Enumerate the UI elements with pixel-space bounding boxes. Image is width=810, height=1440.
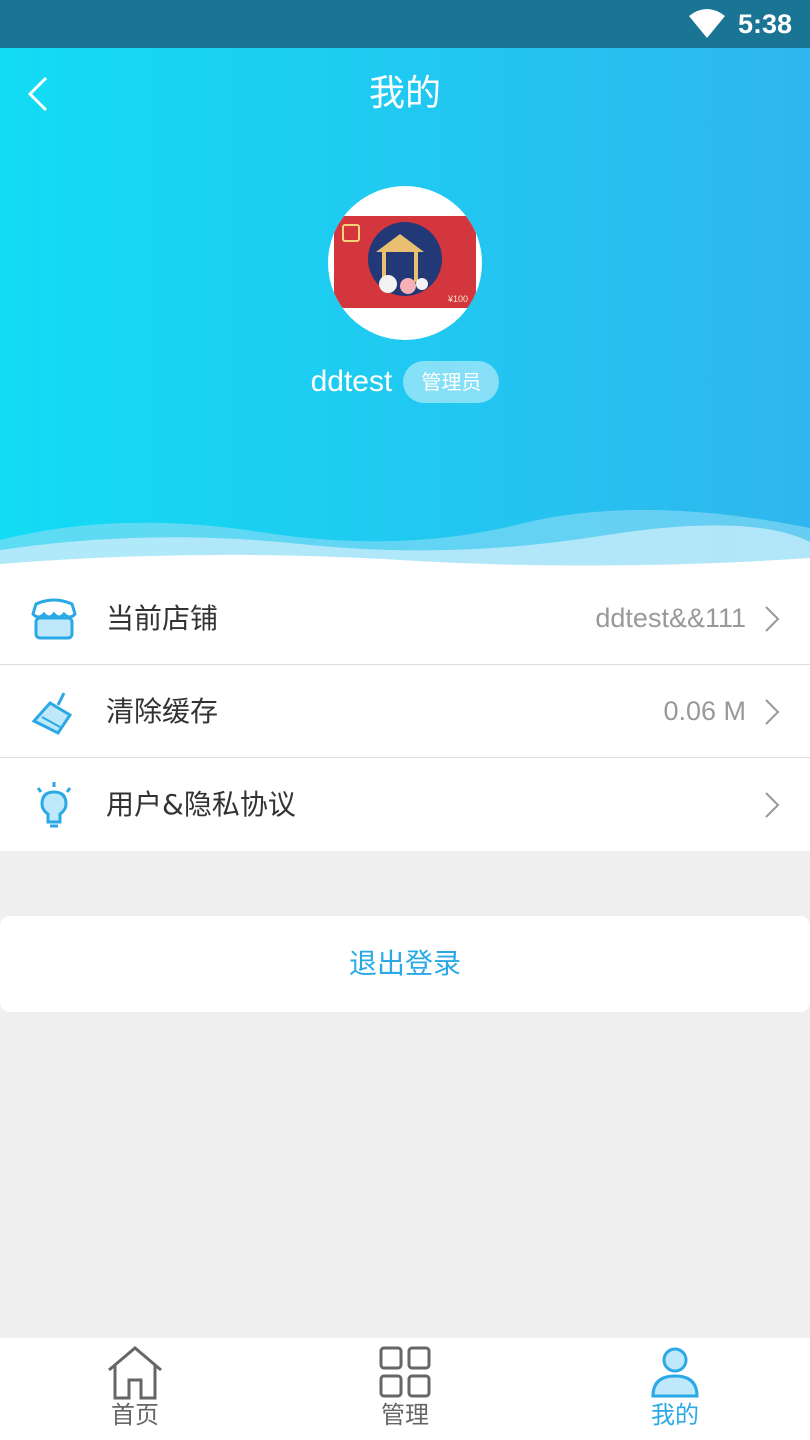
- current-store-value: ddtest&&111: [595, 603, 746, 633]
- menu-label: 清除缓存: [106, 695, 219, 728]
- role-badge: 管理员: [403, 361, 500, 403]
- chevron-right-icon: [765, 792, 780, 818]
- chevron-right-icon: [765, 606, 780, 632]
- wifi-icon: [689, 9, 725, 38]
- tab-label: 我的: [651, 1401, 699, 1429]
- tab-mine[interactable]: 我的: [540, 1338, 810, 1440]
- store-icon: [31, 598, 77, 640]
- grid-icon: [379, 1346, 431, 1398]
- user-icon: [651, 1347, 699, 1398]
- menu-label: 用户&隐私协议: [106, 788, 296, 821]
- broom-icon: [31, 692, 73, 735]
- settings-list: 当前店铺 ddtest&&111 清除缓存 0.06 M 用户&隐私协议: [0, 572, 810, 851]
- menu-item-privacy-agreement[interactable]: 用户&隐私协议: [0, 758, 810, 851]
- logout-button[interactable]: 退出登录: [0, 916, 810, 1012]
- menu-item-clear-cache[interactable]: 清除缓存 0.06 M: [0, 665, 810, 758]
- chevron-right-icon: [765, 699, 780, 725]
- status-bar: 5:38: [0, 0, 810, 48]
- menu-item-current-store[interactable]: 当前店铺 ddtest&&111: [0, 572, 810, 665]
- tab-manage[interactable]: 管理: [270, 1338, 540, 1440]
- username: ddtest: [310, 365, 393, 398]
- menu-label: 当前店铺: [106, 602, 219, 635]
- card-price: ¥100: [447, 294, 468, 304]
- page-title: 我的: [368, 73, 441, 114]
- profile-header: 我的 ¥100 ddtest 管理员: [0, 48, 810, 580]
- tab-label: 首页: [111, 1401, 159, 1429]
- bottom-tab-bar: 首页 管理 我的: [0, 1338, 810, 1440]
- home-icon: [108, 1346, 162, 1400]
- wave-decoration: [0, 510, 810, 580]
- tab-label: 管理: [381, 1401, 429, 1429]
- lightbulb-icon: [36, 782, 72, 828]
- pavilion-illustration: [376, 234, 428, 294]
- cache-size-value: 0.06 M: [663, 696, 746, 726]
- tab-home[interactable]: 首页: [0, 1338, 270, 1440]
- gift-card-image: ¥100: [334, 216, 476, 308]
- avatar[interactable]: ¥100: [328, 186, 482, 340]
- status-time: 5:38: [738, 9, 793, 39]
- user-info: ddtest 管理员: [0, 360, 810, 404]
